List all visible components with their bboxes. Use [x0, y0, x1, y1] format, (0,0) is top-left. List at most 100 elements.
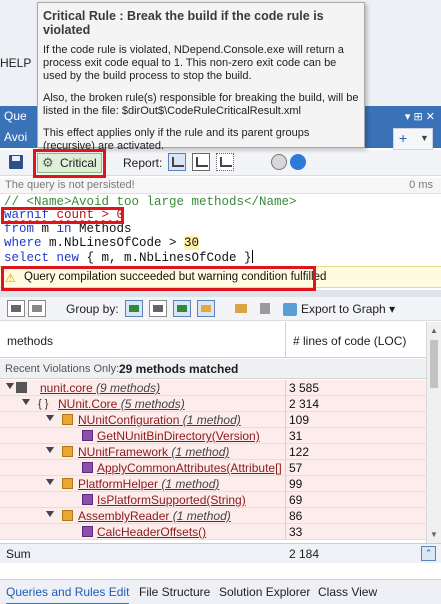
graph-icon	[283, 303, 297, 316]
add-icon: +	[399, 130, 408, 146]
class-icon	[62, 414, 73, 425]
report-list-icon[interactable]	[216, 153, 234, 171]
tab-file-structure[interactable]: File Structure	[139, 585, 210, 599]
tab-queries-and-rules-edit[interactable]: Queries and Rules Edit	[6, 585, 130, 604]
critical-rule-tooltip: Critical Rule : Break the build if the c…	[37, 2, 365, 152]
group-type-icon[interactable]	[173, 300, 191, 317]
row-name[interactable]: NUnitConfiguration (1 method)	[78, 413, 241, 427]
scroll-up-icon[interactable]: ▲	[430, 326, 438, 335]
column-header-loc[interactable]: # lines of code (LOC)	[293, 334, 406, 348]
row-loc-value: 69	[289, 493, 303, 507]
code-select-projection: { m, m.NbLinesOfCode }	[79, 251, 252, 265]
panel-tab-queries[interactable]: Que	[4, 109, 27, 123]
row-name[interactable]: nunit.core (9 methods)	[40, 381, 160, 395]
matched-count: 29 methods matched	[119, 362, 239, 376]
add-query-dropdown[interactable]: + ▼	[393, 128, 433, 150]
results-scrollbar[interactable]: ▲ ▼	[426, 322, 441, 543]
results-view-icon[interactable]	[7, 300, 25, 317]
sum-row: Sum 2 184 ⌃	[0, 543, 441, 563]
results-tree: nunit.core (9 methods) 3 585 { } NUnit.C…	[0, 380, 426, 543]
scrollbar-thumb[interactable]	[430, 340, 438, 388]
table-row[interactable]: GetNUnitBinDirectory(Version) 31	[0, 428, 426, 444]
code-line-5: select new { m, m.NbLinesOfCode }	[4, 250, 253, 265]
cell-separator	[285, 444, 286, 460]
panel-window-controls[interactable]: ▾ ⊞ ✕	[405, 110, 435, 123]
menu-help[interactable]: HELP	[0, 56, 31, 70]
class-icon	[62, 478, 73, 489]
row-name[interactable]: NUnitFramework (1 method)	[78, 445, 229, 459]
group-assembly-icon[interactable]	[125, 300, 143, 317]
collapse-arrow-icon[interactable]	[46, 447, 54, 453]
chevron-down-icon: ▾	[389, 302, 396, 316]
export-to-graph-button[interactable]: Export to Graph ▾	[301, 302, 395, 316]
table-row[interactable]: CalcHeaderOffsets() 33	[0, 524, 426, 540]
results-tree-icon[interactable]	[28, 300, 46, 317]
settings-icon[interactable]	[271, 154, 287, 170]
code-threshold: 30	[184, 236, 200, 250]
query-persist-bar: The query is not persisted! 0 ms	[0, 178, 441, 194]
collapse-arrow-icon[interactable]	[46, 479, 54, 485]
collapse-arrow-icon[interactable]	[46, 511, 54, 517]
report-chart-icon[interactable]	[168, 153, 186, 171]
method-icon	[82, 462, 93, 473]
code-methods: Methods	[71, 222, 132, 236]
group-method-icon[interactable]	[197, 300, 215, 317]
not-persisted-message: The query is not persisted!	[5, 179, 135, 191]
cell-separator	[285, 508, 286, 524]
row-name[interactable]: ApplyCommonAttributes(Attribute[],Tes	[97, 461, 283, 475]
cell-separator	[285, 380, 286, 396]
group-namespace-icon[interactable]	[149, 300, 167, 317]
keyword-where: where	[4, 236, 42, 250]
results-grid-header: methods # lines of code (LOC)	[0, 322, 426, 358]
column-header-methods[interactable]: methods	[7, 334, 53, 348]
table-row[interactable]: nunit.core (9 methods) 3 585	[0, 380, 426, 396]
column-separator[interactable]	[285, 322, 286, 358]
expand-up-icon[interactable]: ⌃	[421, 546, 436, 561]
row-loc-value: 109	[289, 413, 310, 427]
recent-violations-bar: Recent Violations Only: 29 methods match…	[0, 359, 426, 379]
tab-solution-explorer[interactable]: Solution Explorer	[219, 585, 310, 599]
table-row[interactable]: PlatformHelper (1 method) 99	[0, 476, 426, 492]
row-name[interactable]: IsPlatformSupported(String)	[97, 493, 246, 507]
help-icon[interactable]	[290, 154, 306, 170]
tab-class-view[interactable]: Class View	[318, 585, 377, 599]
cell-separator	[285, 412, 286, 428]
row-name[interactable]: CalcHeaderOffsets()	[97, 525, 206, 539]
cql-query-editor[interactable]: // <Name>Avoid too large methods</Name> …	[0, 195, 441, 265]
table-row[interactable]: { } NUnit.Core (5 methods) 2 314	[0, 396, 426, 412]
folder-icon[interactable]	[232, 300, 250, 317]
row-name[interactable]: NUnit.Core (5 methods)	[58, 397, 185, 411]
collapse-arrow-icon[interactable]	[6, 383, 14, 389]
scroll-down-icon[interactable]: ▼	[430, 530, 438, 539]
assembly-icon	[16, 382, 27, 393]
row-name[interactable]: GetNUnitBinDirectory(Version)	[97, 429, 260, 443]
table-row[interactable]: NUnitConfiguration (1 method) 109	[0, 412, 426, 428]
export-label: Export to Graph	[301, 302, 386, 316]
table-row[interactable]: IsPlatformSupported(String) 69	[0, 492, 426, 508]
method-icon	[82, 494, 93, 505]
text-cursor	[251, 250, 253, 263]
row-name[interactable]: AssemblyReader (1 method)	[78, 509, 231, 523]
collapse-arrow-icon[interactable]	[22, 399, 30, 405]
keyword-in: in	[56, 222, 72, 236]
panel-splitter[interactable]	[0, 290, 441, 297]
row-loc-value: 3 585	[289, 381, 320, 395]
table-row[interactable]: AssemblyReader (1 method) 86	[0, 508, 426, 524]
tooltip-paragraph-2: Also, the broken rule(s) responsible for…	[43, 92, 359, 117]
report-export-icon[interactable]	[192, 153, 210, 171]
row-loc-value: 2 314	[289, 397, 320, 411]
code-where-condition: m.NbLinesOfCode >	[41, 236, 185, 250]
row-name[interactable]: PlatformHelper (1 method)	[78, 477, 219, 491]
row-loc-value: 99	[289, 477, 303, 491]
panel-tab-rule[interactable]: Avoi	[4, 130, 27, 144]
cell-separator	[285, 476, 286, 492]
results-toolbar: Group by: Export to Graph ▾	[0, 297, 441, 321]
table-row[interactable]: NUnitFramework (1 method) 122	[0, 444, 426, 460]
row-loc-value: 33	[289, 525, 303, 539]
bottom-tab-strip: Queries and Rules Edit File Structure So…	[0, 579, 441, 604]
sum-value: 2 184	[289, 547, 320, 561]
clipboard-icon[interactable]	[257, 300, 275, 317]
table-row[interactable]: ApplyCommonAttributes(Attribute[],Tes 57	[0, 460, 426, 476]
collapse-arrow-icon[interactable]	[46, 415, 54, 421]
save-icon[interactable]	[9, 155, 23, 169]
